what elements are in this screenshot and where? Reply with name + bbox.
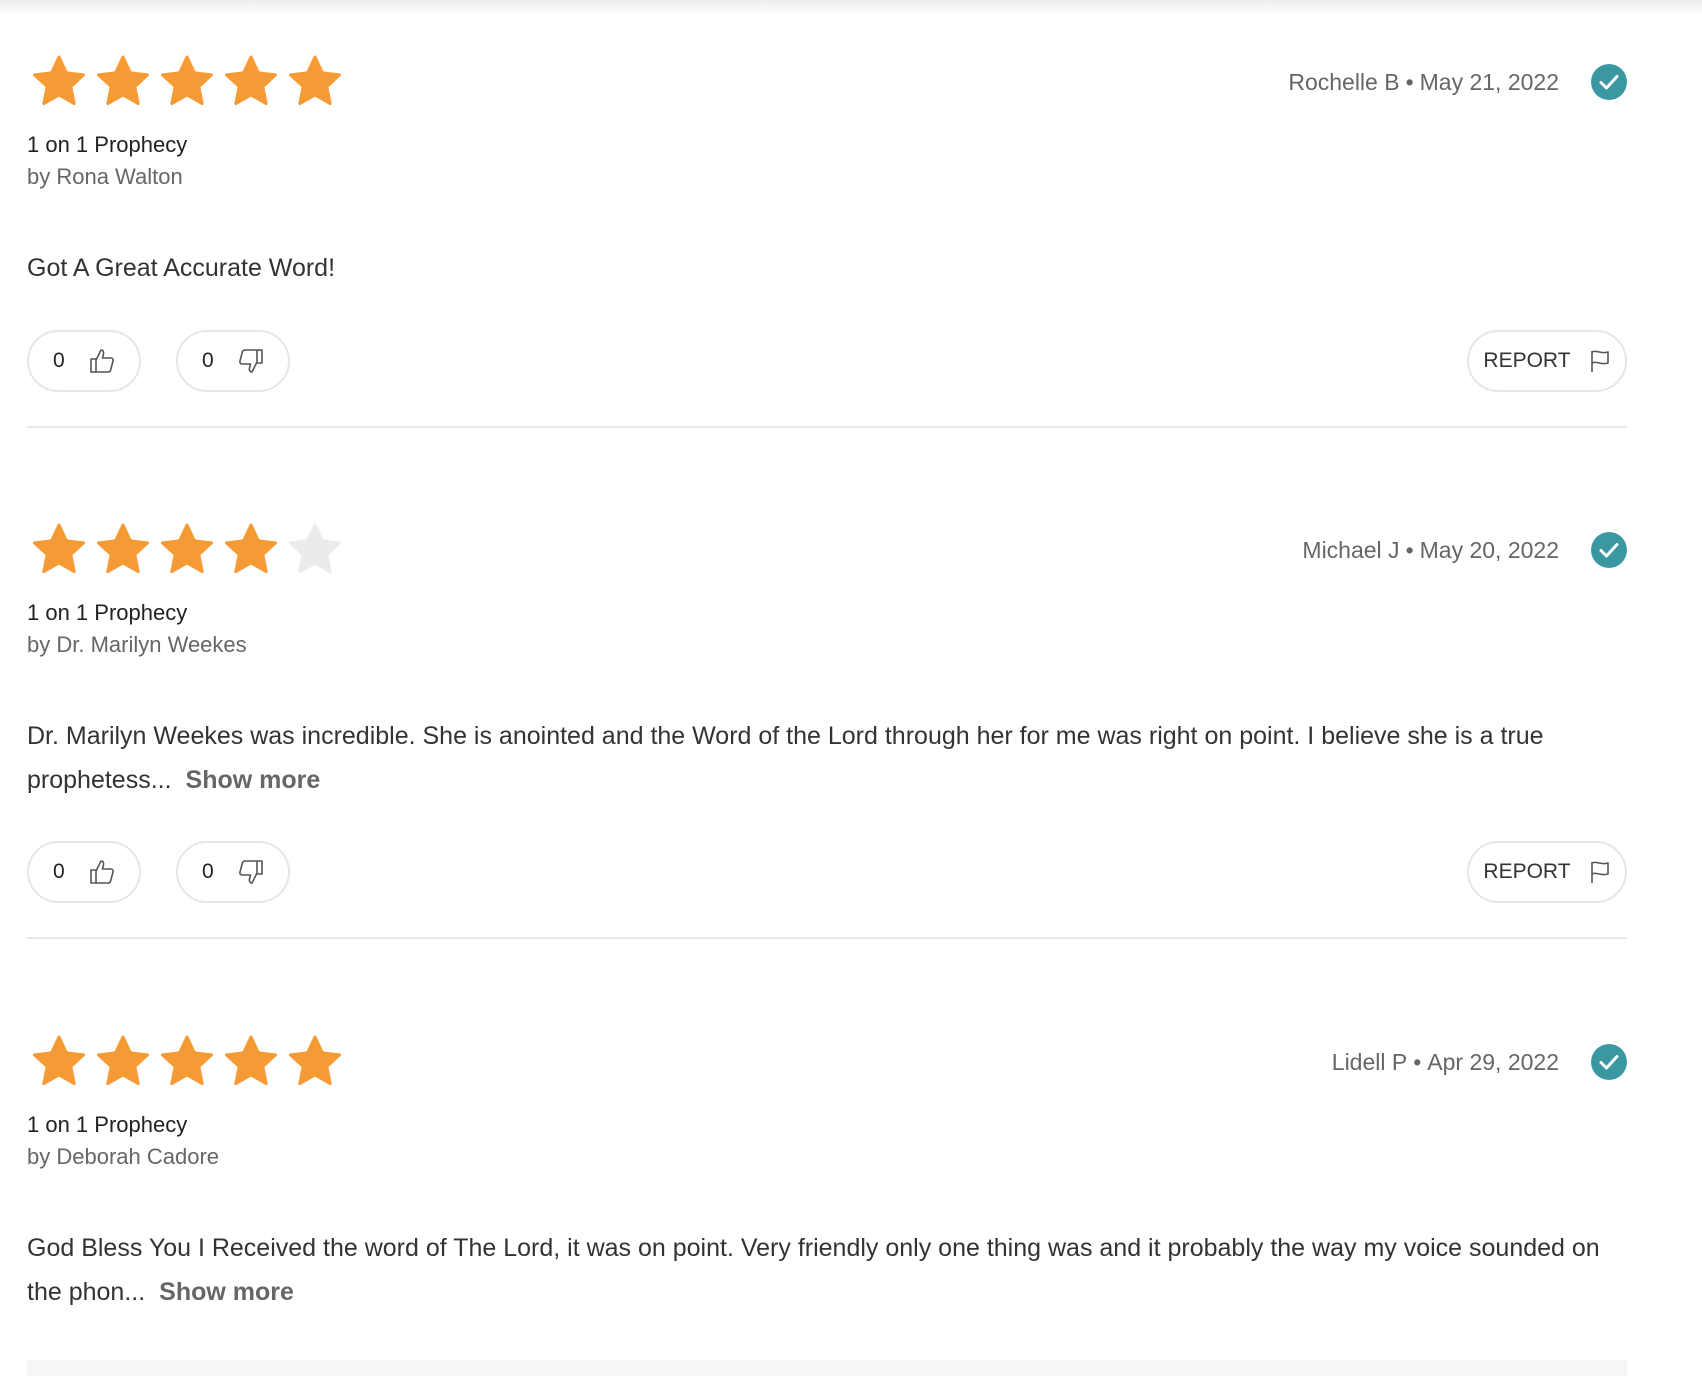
service-name: 1 on 1 Prophecy [27,132,188,157]
star-filled-icon [219,518,283,582]
thumbs-up-icon [87,857,117,887]
report-label: REPORT [1483,860,1571,883]
service-name: 1 on 1 Prophecy [27,600,188,625]
thumbs-down-icon [236,346,266,376]
star-filled-icon [155,1030,219,1094]
advisor-name: by Rona Walton [27,164,183,189]
verified-check-icon [1591,1044,1627,1080]
show-more-link[interactable]: Show more [159,1278,294,1306]
helpful-count: 0 [53,860,65,883]
star-rating [27,1030,347,1094]
helpful-count: 0 [53,349,65,372]
star-filled-icon [155,518,219,582]
reviewer-name: Rochelle B [1288,69,1400,95]
meta-separator: • [1413,1049,1422,1075]
review-text-content: Got A Great Accurate Word! [27,254,336,282]
star-rating [27,518,347,582]
review-divider [27,937,1627,939]
review-text: Dr. Marilyn Weekes was incredible. She i… [27,714,1627,802]
unhelpful-count: 0 [202,860,214,883]
review-date: May 21, 2022 [1419,69,1559,95]
helpful-button[interactable]: 0 [27,841,141,903]
star-filled-icon [283,1030,347,1094]
show-more-link[interactable]: Show more [186,766,321,794]
star-filled-icon [155,50,219,114]
star-filled-icon [91,518,155,582]
star-filled-icon [27,1030,91,1094]
star-filled-icon [283,50,347,114]
next-card-edge [27,1360,1627,1376]
star-filled-icon [91,50,155,114]
review-divider [27,426,1627,428]
review-date: May 20, 2022 [1419,537,1559,563]
report-button[interactable]: REPORT [1467,330,1627,392]
star-filled-icon [219,50,283,114]
advisor-name: by Dr. Marilyn Weekes [27,632,247,657]
unhelpful-button[interactable]: 0 [176,330,290,392]
helpful-button[interactable]: 0 [27,330,141,392]
star-filled-icon [91,1030,155,1094]
top-shadow [0,0,1702,16]
unhelpful-count: 0 [202,349,214,372]
review-date: Apr 29, 2022 [1427,1049,1559,1075]
flag-icon [1589,860,1611,884]
meta-separator: • [1405,69,1414,95]
verified-check-icon [1591,532,1627,568]
meta-separator: • [1405,537,1414,563]
star-filled-icon [219,1030,283,1094]
thumbs-up-icon [87,346,117,376]
report-button[interactable]: REPORT [1467,841,1627,903]
star-filled-icon [27,50,91,114]
star-filled-icon [27,518,91,582]
review-meta: Michael J • May 20, 2022 [1302,534,1559,566]
review-text: Got A Great Accurate Word! [27,246,1627,290]
verified-check-icon [1591,64,1627,100]
star-empty-icon [283,518,347,582]
advisor-name: by Deborah Cadore [27,1144,220,1169]
service-name: 1 on 1 Prophecy [27,1112,188,1137]
report-label: REPORT [1483,349,1571,372]
star-rating [27,50,347,114]
reviewer-name: Lidell P [1331,1049,1408,1075]
unhelpful-button[interactable]: 0 [176,841,290,903]
review-meta: Rochelle B • May 21, 2022 [1288,66,1559,98]
thumbs-down-icon [236,857,266,887]
reviewer-name: Michael J [1302,537,1400,563]
review-meta: Lidell P • Apr 29, 2022 [1332,1046,1559,1078]
review-text: God Bless You I Received the word of The… [27,1226,1627,1314]
flag-icon [1589,349,1611,373]
